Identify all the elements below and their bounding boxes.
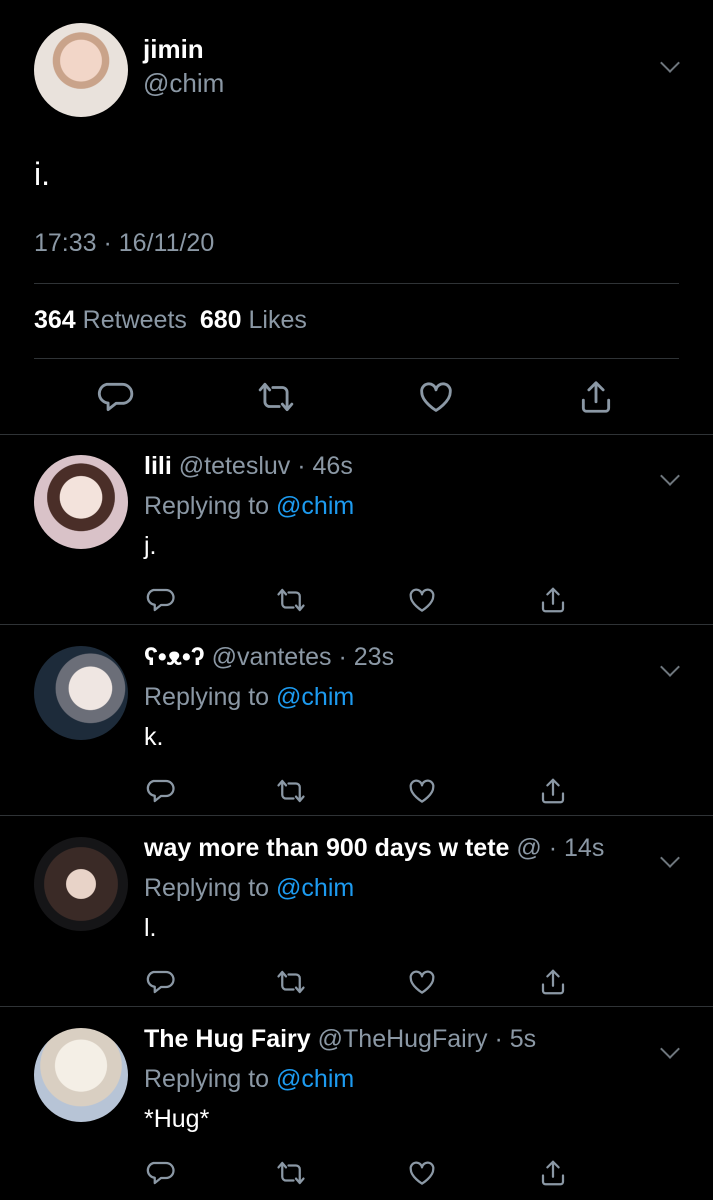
replying-label: Replying to bbox=[144, 683, 270, 711]
reply-text: j. bbox=[144, 532, 157, 560]
reply-timestamp: · 46s bbox=[297, 452, 353, 480]
avatar[interactable] bbox=[34, 837, 128, 931]
reply-tweet[interactable]: lili @tetesluv · 46s Replying to @chim j… bbox=[0, 435, 713, 625]
reply-icon[interactable] bbox=[146, 585, 176, 615]
divider bbox=[0, 815, 713, 816]
retweet-icon[interactable] bbox=[276, 776, 306, 806]
like-icon[interactable] bbox=[407, 1158, 437, 1188]
display-name[interactable]: way more than 900 days w tete bbox=[144, 834, 509, 862]
share-icon[interactable] bbox=[538, 776, 568, 806]
replying-to: Replying to @chim bbox=[144, 874, 354, 903]
reply-icon[interactable] bbox=[146, 1158, 176, 1188]
user-handle[interactable]: @TheHugFairy bbox=[318, 1025, 488, 1053]
retweet-count[interactable]: 364 bbox=[34, 306, 76, 334]
user-handle[interactable]: @vantetes bbox=[212, 643, 332, 671]
display-name[interactable]: The Hug Fairy bbox=[144, 1025, 311, 1053]
divider bbox=[0, 624, 713, 625]
tweet-timestamp: 17:33 · 16/11/20 bbox=[34, 229, 215, 257]
replying-handle-link[interactable]: @chim bbox=[276, 683, 354, 711]
chevron-down-icon[interactable] bbox=[660, 657, 680, 677]
replying-label: Replying to bbox=[144, 1065, 270, 1093]
reply-icon[interactable] bbox=[97, 378, 135, 416]
chevron-down-icon[interactable] bbox=[660, 1039, 680, 1059]
replying-to: Replying to @chim bbox=[144, 492, 354, 521]
chevron-down-icon[interactable] bbox=[660, 848, 680, 868]
reply-icon[interactable] bbox=[146, 776, 176, 806]
share-icon[interactable] bbox=[538, 967, 568, 997]
like-label[interactable]: Likes bbox=[249, 306, 307, 334]
divider bbox=[0, 1006, 713, 1007]
replying-handle-link[interactable]: @chim bbox=[276, 874, 354, 902]
avatar[interactable] bbox=[34, 1028, 128, 1122]
replying-label: Replying to bbox=[144, 492, 270, 520]
avatar[interactable] bbox=[34, 23, 128, 117]
replying-to: Replying to @chim bbox=[144, 1065, 354, 1094]
reply-timestamp: · 5s bbox=[494, 1025, 537, 1053]
retweet-icon[interactable] bbox=[257, 378, 295, 416]
divider bbox=[34, 358, 679, 359]
reply-timestamp: · 23s bbox=[338, 643, 395, 671]
chevron-down-icon[interactable] bbox=[660, 466, 680, 486]
share-icon[interactable] bbox=[577, 378, 615, 416]
avatar[interactable] bbox=[34, 455, 128, 549]
retweet-label[interactable]: Retweets bbox=[83, 306, 187, 334]
share-icon[interactable] bbox=[538, 1158, 568, 1188]
retweet-icon[interactable] bbox=[276, 967, 306, 997]
retweet-icon[interactable] bbox=[276, 1158, 306, 1188]
reply-icon[interactable] bbox=[146, 967, 176, 997]
like-icon[interactable] bbox=[417, 378, 455, 416]
divider bbox=[34, 283, 679, 284]
display-name[interactable]: ʕ•ᴥ•ʔ bbox=[144, 643, 205, 671]
like-icon[interactable] bbox=[407, 585, 437, 615]
reply-tweet[interactable]: The Hug Fairy @TheHugFairy · 5s Replying… bbox=[0, 1008, 713, 1198]
replying-to: Replying to @chim bbox=[144, 683, 354, 712]
reply-tweet[interactable]: way more than 900 days w tete @ · 14s Re… bbox=[0, 817, 713, 1007]
retweet-icon[interactable] bbox=[276, 585, 306, 615]
like-icon[interactable] bbox=[407, 776, 437, 806]
tweet-stats: 364 Retweets 680 Likes bbox=[34, 306, 307, 335]
user-handle[interactable]: @ bbox=[516, 834, 541, 862]
reply-text: l. bbox=[144, 914, 157, 942]
replying-label: Replying to bbox=[144, 874, 270, 902]
reply-text: *Hug* bbox=[144, 1105, 210, 1133]
display-name[interactable]: jimin bbox=[143, 34, 204, 65]
like-icon[interactable] bbox=[407, 967, 437, 997]
replying-handle-link[interactable]: @chim bbox=[276, 1065, 354, 1093]
display-name[interactable]: lili bbox=[144, 452, 172, 480]
user-handle[interactable]: @tetesluv bbox=[179, 452, 291, 480]
share-icon[interactable] bbox=[538, 585, 568, 615]
reply-text: k. bbox=[144, 723, 164, 751]
reply-timestamp: · 14s bbox=[548, 834, 605, 862]
chevron-down-icon[interactable] bbox=[660, 53, 680, 73]
reply-tweet[interactable]: ʕ•ᴥ•ʔ @vantetes · 23s Replying to @chim … bbox=[0, 626, 713, 816]
avatar[interactable] bbox=[34, 646, 128, 740]
user-handle[interactable]: @chim bbox=[143, 68, 224, 99]
like-count[interactable]: 680 bbox=[200, 306, 242, 334]
tweet-text: i. bbox=[34, 156, 50, 192]
replying-handle-link[interactable]: @chim bbox=[276, 492, 354, 520]
